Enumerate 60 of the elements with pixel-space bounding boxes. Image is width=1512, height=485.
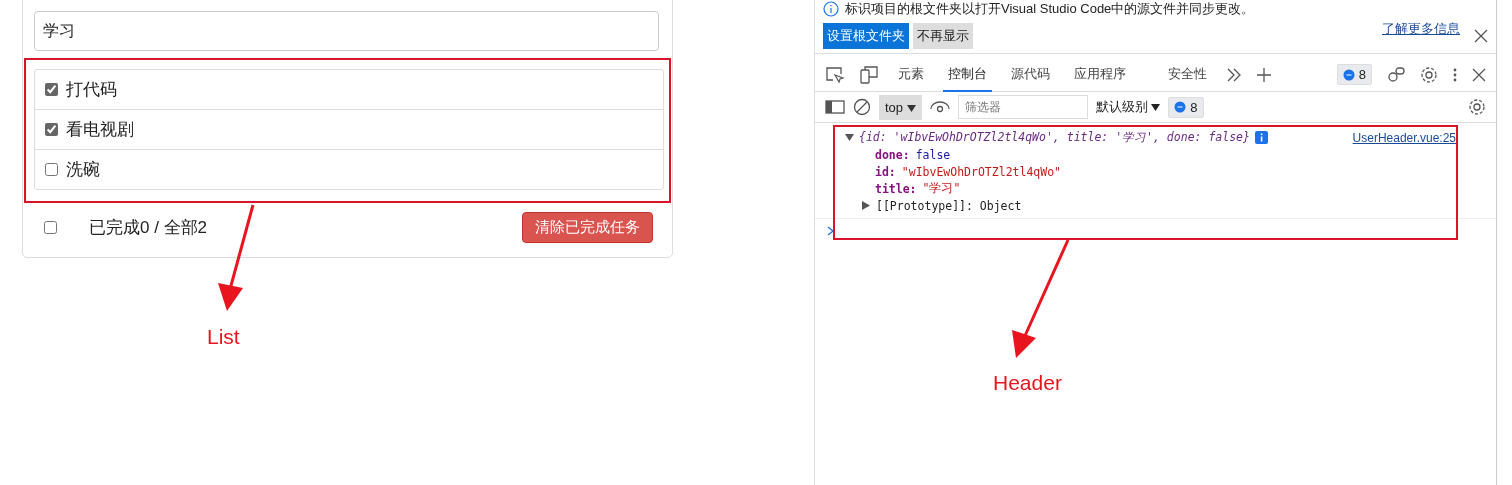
dropdown-caret-icon bbox=[1151, 104, 1161, 111]
task-title: 打代码 bbox=[66, 79, 117, 101]
task-checkbox[interactable] bbox=[45, 83, 58, 96]
messages-badge[interactable]: 8 bbox=[1168, 96, 1204, 118]
task-summary: 已完成0 / 全部2 bbox=[89, 217, 208, 239]
devtools-tab[interactable]: 应用程序 bbox=[1069, 57, 1131, 92]
close-icon[interactable] bbox=[1474, 29, 1488, 43]
dropdown-caret-icon bbox=[906, 104, 916, 112]
property-key: title: bbox=[875, 181, 917, 196]
expand-caret-icon[interactable] bbox=[862, 201, 870, 210]
people-icon[interactable] bbox=[1386, 65, 1406, 84]
more-options-icon[interactable] bbox=[1452, 66, 1458, 83]
settings-icon[interactable] bbox=[1420, 65, 1438, 84]
learn-more-link[interactable]: 了解更多信息 bbox=[1382, 20, 1460, 38]
task-checkbox[interactable] bbox=[45, 123, 58, 136]
devtools-tab[interactable]: 控制台 bbox=[943, 57, 992, 92]
property-value: "wIbvEwOhDrOTZl2tl4qWo" bbox=[901, 164, 1062, 179]
infobar-button[interactable]: 设置根文件夹 bbox=[823, 23, 909, 49]
infobar-message: 标识项目的根文件夹以打开Visual Studio Code中的源文件并同步更改。 bbox=[845, 0, 1255, 18]
task-item[interactable]: 打代码 bbox=[35, 70, 663, 109]
info-icon[interactable] bbox=[1254, 131, 1268, 144]
filter-field[interactable]: 筛选器 bbox=[957, 95, 1088, 119]
property-value: false bbox=[915, 147, 951, 162]
sidebar-icon[interactable] bbox=[825, 99, 845, 115]
task-checkbox[interactable] bbox=[45, 163, 58, 176]
info-icon bbox=[823, 1, 839, 17]
task-item[interactable]: 看电视剧 bbox=[35, 109, 663, 149]
context-dropdown[interactable]: top bbox=[879, 94, 922, 120]
inspect-icon[interactable] bbox=[825, 65, 845, 84]
annotation-label: Header bbox=[993, 371, 1062, 395]
task-title: 洗碗 bbox=[66, 159, 100, 181]
settings-icon[interactable] bbox=[1468, 98, 1486, 116]
object-summary: {id: 'wIbvEwOhDrOTZl2tl4qWo', title: '学习', done: false} bbox=[859, 130, 1250, 145]
devtools-tab[interactable]: 元素 bbox=[893, 57, 929, 92]
property-key: done: bbox=[875, 147, 910, 162]
log-level-dropdown[interactable]: 默认级别 bbox=[1095, 98, 1161, 116]
prompt-icon bbox=[827, 226, 835, 236]
property-key: id: bbox=[875, 164, 896, 179]
devtools-tab[interactable]: 安全性 bbox=[1163, 57, 1212, 92]
issues-badge[interactable]: 8 bbox=[1336, 64, 1372, 85]
property-value: "学习" bbox=[922, 181, 961, 196]
add-icon[interactable] bbox=[1256, 66, 1272, 83]
clear-console-icon[interactable] bbox=[853, 98, 871, 116]
source-link[interactable]: UserHeader.vue:25 bbox=[1352, 130, 1456, 145]
eye-icon[interactable] bbox=[929, 100, 950, 114]
task-item[interactable]: 洗碗 bbox=[35, 149, 663, 189]
device-toolbar-icon[interactable] bbox=[859, 65, 879, 84]
task-title: 看电视剧 bbox=[66, 119, 134, 141]
devtools-tab[interactable]: 源代码 bbox=[1006, 57, 1055, 92]
close-icon[interactable] bbox=[1472, 67, 1486, 82]
message-icon bbox=[1342, 68, 1355, 81]
infobar-button[interactable]: 不再显示 bbox=[913, 23, 973, 49]
prototype-entry: [[Prototype]]: Object bbox=[876, 198, 1022, 213]
more-tabs-icon[interactable] bbox=[1226, 66, 1242, 83]
clear-completed-button[interactable]: 清除已完成任务 bbox=[522, 212, 653, 243]
message-icon bbox=[1174, 101, 1187, 113]
expand-caret-icon[interactable] bbox=[845, 133, 854, 142]
select-all-checkbox[interactable] bbox=[44, 221, 57, 234]
task-input-field[interactable]: 学习 bbox=[34, 11, 659, 51]
annotation-label: List bbox=[207, 325, 240, 349]
